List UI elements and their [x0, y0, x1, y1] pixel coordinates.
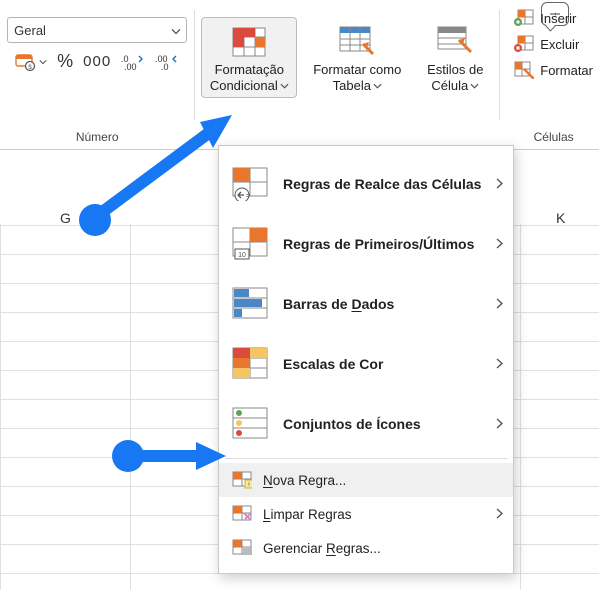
chevron-down-icon: [39, 59, 47, 65]
percent-button[interactable]: %: [57, 51, 73, 72]
icon-sets-icon: [231, 405, 269, 443]
menu-manage-rules[interactable]: Gerenciar Regras...: [219, 531, 513, 565]
format-button[interactable]: Formatar: [514, 61, 593, 79]
insert-label: Inserir: [540, 11, 576, 26]
svg-text:=: =: [246, 193, 250, 200]
delete-label: Excluir: [540, 37, 579, 52]
decrease-decimal-button[interactable]: .00 .0: [155, 53, 179, 71]
conditional-formatting-button[interactable]: Formatação Condicional: [201, 17, 297, 98]
color-scales-icon: [231, 345, 269, 383]
menu-highlight-cells-rules[interactable]: = Regras de Realce das Células: [219, 154, 513, 214]
cells-group-label: Células: [534, 130, 574, 144]
format-as-table-label1: Formatar como: [313, 62, 401, 78]
chevron-right-icon: [496, 297, 503, 312]
number-buttons: $ % 000 .0 .00 .00 .0: [15, 51, 179, 72]
styles-group-3: Estilos de Célula: [411, 5, 499, 150]
ribbon: $ % 000 .0 .00 .00 .0 Número: [0, 0, 599, 150]
menu-label: Gerenciar Regras...: [263, 541, 381, 556]
chevron-down-icon: [470, 83, 479, 89]
currency-icon: $: [15, 52, 37, 72]
number-group-label: Número: [76, 130, 119, 144]
conditional-formatting-icon: [232, 24, 266, 60]
number-format-value[interactable]: [7, 17, 187, 43]
chevron-right-icon: [496, 417, 503, 432]
menu-label: Nova Regra...: [263, 473, 346, 488]
format-cells-icon: [514, 61, 534, 79]
chevron-right-icon: [496, 177, 503, 192]
format-as-table-icon: [339, 24, 375, 60]
highlight-cells-icon: =: [231, 165, 269, 203]
chevron-right-icon: [496, 357, 503, 372]
menu-new-rule[interactable]: Nova Regra...: [219, 463, 513, 497]
format-as-table-button[interactable]: Formatar como Tabela: [309, 17, 405, 98]
thousands-button[interactable]: 000: [83, 53, 111, 70]
cell-styles-label1: Estilos de: [427, 62, 483, 78]
gridline: [520, 224, 521, 590]
styles-group-2: Formatar como Tabela: [303, 5, 411, 150]
number-format-select[interactable]: [7, 17, 187, 43]
menu-clear-rules[interactable]: Limpar Regras: [219, 497, 513, 531]
cell-styles-button[interactable]: Estilos de Célula: [417, 17, 493, 98]
delete-button[interactable]: Excluir: [514, 35, 579, 53]
chevron-right-icon: [496, 507, 503, 522]
cell-styles-icon: [437, 24, 473, 60]
gridline: [0, 224, 1, 590]
insert-cells-icon: [514, 9, 534, 27]
column-header-g[interactable]: G: [60, 210, 71, 226]
column-header-k[interactable]: K: [556, 210, 565, 226]
conditional-formatting-label1: Formatação: [215, 62, 284, 78]
chevron-right-icon: [496, 237, 503, 252]
clear-rules-icon: [231, 504, 253, 524]
menu-color-scales[interactable]: Escalas de Cor: [219, 334, 513, 394]
format-label: Formatar: [540, 63, 593, 78]
menu-label: Conjuntos de Ícones: [283, 416, 488, 432]
svg-text:.00: .00: [124, 62, 137, 71]
number-group: $ % 000 .0 .00 .00 .0 Número: [0, 5, 194, 150]
menu-label: Limpar Regras: [263, 507, 352, 522]
decrease-decimal-icon: .00 .0: [155, 53, 179, 71]
format-as-table-label2: Tabela: [333, 78, 371, 94]
svg-text:10: 10: [238, 252, 246, 259]
increase-decimal-icon: .0 .00: [121, 53, 145, 71]
menu-data-bars[interactable]: Barras de Dados: [219, 274, 513, 334]
manage-rules-icon: [231, 538, 253, 558]
menu-label: Barras de Dados: [283, 296, 488, 312]
chevron-down-icon: [280, 83, 289, 89]
conditional-formatting-label2: Condicional: [210, 78, 278, 94]
gridline: [130, 224, 131, 590]
menu-separator: [225, 458, 507, 459]
chevron-down-icon: [373, 83, 382, 89]
menu-icon-sets[interactable]: Conjuntos de Ícones: [219, 394, 513, 454]
conditional-formatting-menu: = Regras de Realce das Células 10 Regras…: [218, 145, 514, 574]
new-rule-icon: [231, 470, 253, 490]
menu-label: Regras de Realce das Células: [283, 176, 488, 192]
cell-styles-label2: Célula: [431, 78, 468, 94]
insert-button[interactable]: Inserir: [514, 9, 576, 27]
cells-group: Inserir Excluir Formatar Células: [500, 5, 599, 150]
top-bottom-icon: 10: [231, 225, 269, 263]
currency-button[interactable]: $: [15, 52, 47, 72]
menu-label: Escalas de Cor: [283, 356, 488, 372]
delete-cells-icon: [514, 35, 534, 53]
menu-label: Regras de Primeiros/Últimos: [283, 236, 488, 252]
data-bars-icon: [231, 285, 269, 323]
increase-decimal-button[interactable]: .0 .00: [121, 53, 145, 71]
styles-group-1: Formatação Condicional: [195, 5, 303, 150]
menu-top-bottom-rules[interactable]: 10 Regras de Primeiros/Últimos: [219, 214, 513, 274]
svg-text:.0: .0: [161, 62, 169, 71]
